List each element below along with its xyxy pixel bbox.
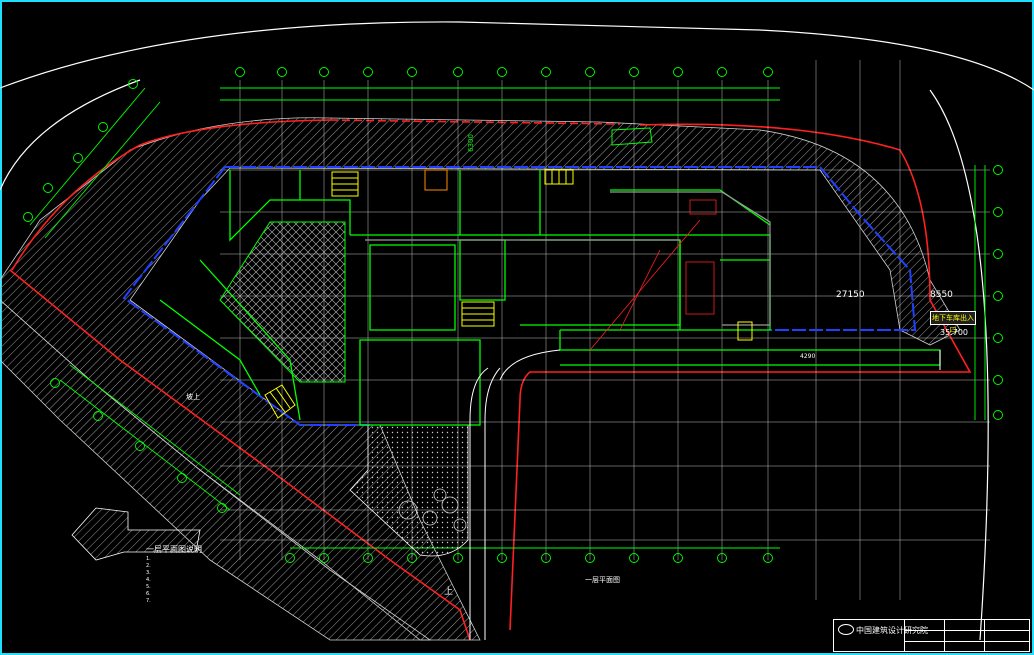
courtyard-plaza [219, 221, 346, 383]
title-block: 中国建筑设计研究院 [833, 619, 1030, 652]
note-line: 6. [146, 591, 151, 597]
note-line: 3. [146, 570, 151, 576]
bay-dimension: 4290 [800, 353, 816, 360]
ramp-up-label: 上 [444, 587, 454, 597]
ramp-up-label-left: 坡上 [186, 393, 200, 401]
note-line: 2. [146, 563, 151, 569]
note-line: 4. [146, 577, 151, 583]
vertical-dimension: 6300 [466, 134, 475, 152]
cad-floor-plan[interactable] [0, 0, 1034, 655]
orange-stair [424, 169, 448, 191]
top-axis-dimensions [220, 67, 780, 101]
right-axis-dimensions [974, 165, 1003, 420]
garage-entrance-sign: 地下车库出入口 [930, 311, 976, 334]
note-line: 7. [146, 598, 151, 604]
area-dimension: 27150 [836, 290, 865, 300]
equipment-room [685, 199, 717, 315]
company-logo-icon [838, 624, 854, 635]
note-line: 1. [146, 556, 151, 562]
plan-legend-title: 一层平面图 [585, 576, 620, 584]
span-dimension: 8550 [930, 290, 953, 300]
driveway [469, 349, 941, 640]
notes-title: 一层平面图说明 [146, 545, 202, 554]
note-line: 5. [146, 584, 151, 590]
